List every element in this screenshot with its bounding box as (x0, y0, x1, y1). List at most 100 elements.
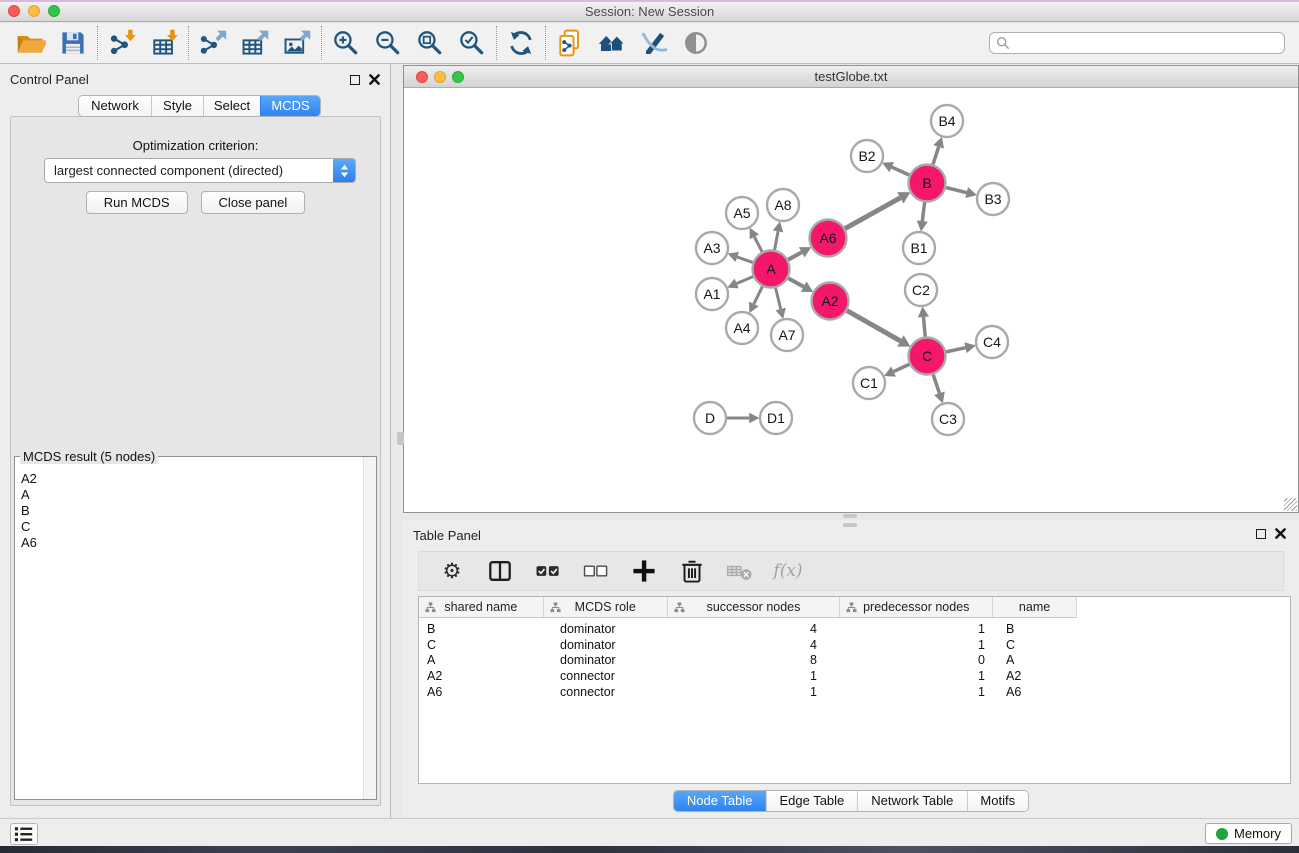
table-row[interactable]: A2connector11A2 (419, 668, 1290, 684)
close-panel-button[interactable]: Close panel (201, 191, 306, 214)
edge-A-A3[interactable] (737, 257, 752, 262)
table-cell[interactable]: A2 (994, 669, 1077, 683)
table-cell[interactable]: 1 (668, 685, 841, 699)
network-window-titlebar[interactable]: testGlobe.txt (404, 66, 1298, 88)
result-item[interactable]: C (21, 519, 376, 535)
network-canvas[interactable]: B4B2BB3A8A5A6A3B1AC2A1A2A4A7C4CC1C3DD1 (404, 89, 1298, 512)
column-settings-button[interactable]: ⚙ (435, 554, 469, 588)
search-input[interactable] (1014, 34, 1284, 52)
table-cell[interactable]: 1 (841, 622, 994, 636)
result-item[interactable]: B (21, 503, 376, 519)
create-column-button[interactable] (627, 554, 661, 588)
edge-B-B3[interactable] (946, 188, 967, 193)
node-A[interactable]: A (753, 251, 790, 288)
float-panel-icon[interactable] (350, 75, 360, 85)
table-cell[interactable]: C (994, 638, 1077, 652)
zoom-selected-button[interactable] (451, 25, 493, 61)
float-table-panel-icon[interactable] (1256, 529, 1266, 539)
search-field[interactable] (989, 32, 1285, 54)
tab-select[interactable]: Select (203, 96, 260, 116)
resize-grip-icon[interactable] (1284, 498, 1297, 511)
edge-A2-C[interactable] (847, 311, 901, 341)
copy-network-button[interactable] (549, 25, 591, 61)
table-cell[interactable]: dominator (544, 622, 668, 636)
show-graphics-details-button[interactable] (675, 25, 717, 61)
node-B4[interactable]: B4 (931, 105, 963, 137)
table-cell[interactable]: dominator (544, 638, 668, 652)
table-cell[interactable]: 4 (668, 622, 841, 636)
close-table-panel-icon[interactable] (1275, 528, 1286, 539)
table-row[interactable]: Bdominator41B (419, 621, 1290, 637)
node-C[interactable]: C (909, 338, 946, 375)
table-cell[interactable]: B (994, 622, 1077, 636)
table-cell[interactable]: 1 (841, 638, 994, 652)
tab-network[interactable]: Network (79, 96, 151, 116)
node-B3[interactable]: B3 (977, 183, 1009, 215)
table-cell[interactable]: A2 (419, 669, 544, 683)
node-A5[interactable]: A5 (726, 197, 758, 229)
table-cell[interactable]: C (419, 638, 544, 652)
deselect-all-rows-button[interactable] (579, 554, 613, 588)
import-table-button[interactable] (143, 25, 185, 61)
edge-A-A7[interactable] (776, 288, 781, 309)
table-row[interactable]: Adominator80A (419, 652, 1290, 668)
table-cell[interactable]: 1 (841, 669, 994, 683)
tab-node-table[interactable]: Node Table (674, 791, 766, 811)
node-A2[interactable]: A2 (812, 283, 849, 320)
run-mcds-button[interactable]: Run MCDS (86, 191, 188, 214)
node-C2[interactable]: C2 (905, 274, 937, 306)
edge-B-B2[interactable] (892, 167, 910, 175)
table-cell[interactable]: B (419, 622, 544, 636)
vertical-splitter-handle[interactable] (397, 432, 404, 445)
node-B[interactable]: B (909, 165, 946, 202)
tab-motifs[interactable]: Motifs (966, 791, 1028, 811)
close-panel-icon[interactable] (369, 74, 380, 85)
table-cell[interactable]: 1 (668, 669, 841, 683)
node-D[interactable]: D (694, 402, 726, 434)
export-table-button[interactable] (234, 25, 276, 61)
result-item[interactable]: A2 (21, 471, 376, 487)
task-history-button[interactable] (10, 823, 38, 845)
home-button[interactable] (591, 25, 633, 61)
table-cell[interactable]: 4 (668, 638, 841, 652)
column-header-mcds-role[interactable]: MCDS role (544, 597, 668, 617)
result-scrollbar[interactable] (363, 457, 376, 799)
column-header-name[interactable]: name (993, 597, 1076, 617)
table-cell[interactable]: dominator (544, 653, 668, 667)
edge-C-C2[interactable] (923, 317, 925, 337)
save-session-button[interactable] (52, 25, 94, 61)
node-B2[interactable]: B2 (851, 140, 883, 172)
node-A6[interactable]: A6 (810, 220, 847, 257)
tab-mcds[interactable]: MCDS (260, 96, 320, 116)
export-network-button[interactable] (192, 25, 234, 61)
table-cell[interactable]: A6 (419, 685, 544, 699)
zoom-in-button[interactable] (325, 25, 367, 61)
horizontal-splitter-handle-2[interactable] (843, 523, 857, 527)
toggle-column-layout-button[interactable] (483, 554, 517, 588)
tab-style[interactable]: Style (151, 96, 203, 116)
export-image-button[interactable] (276, 25, 318, 61)
refresh-view-button[interactable] (500, 25, 542, 61)
select-all-rows-button[interactable] (531, 554, 565, 588)
import-network-button[interactable] (101, 25, 143, 61)
open-session-button[interactable] (10, 25, 52, 61)
edge-A6-B[interactable] (845, 198, 900, 229)
table-row[interactable]: A6connector11A6 (419, 684, 1290, 700)
edge-A-A5[interactable] (754, 237, 762, 252)
edge-B-B1[interactable] (922, 202, 924, 221)
node-C1[interactable]: C1 (853, 367, 885, 399)
hide-labels-button[interactable] (633, 25, 675, 61)
result-item[interactable]: A (21, 487, 376, 503)
column-header-predecessor-nodes[interactable]: predecessor nodes (840, 597, 993, 617)
column-header-shared-name[interactable]: shared name (419, 597, 544, 617)
node-A8[interactable]: A8 (767, 189, 799, 221)
edge-C-C4[interactable] (946, 348, 965, 352)
node-B1[interactable]: B1 (903, 232, 935, 264)
table-cell[interactable]: A (419, 653, 544, 667)
node-A4[interactable]: A4 (726, 312, 758, 344)
node-D1[interactable]: D1 (760, 402, 792, 434)
edge-C-C1[interactable] (894, 364, 910, 371)
edge-A-A1[interactable] (737, 277, 753, 284)
result-item[interactable]: A6 (21, 535, 376, 551)
table-cell[interactable]: A (994, 653, 1077, 667)
